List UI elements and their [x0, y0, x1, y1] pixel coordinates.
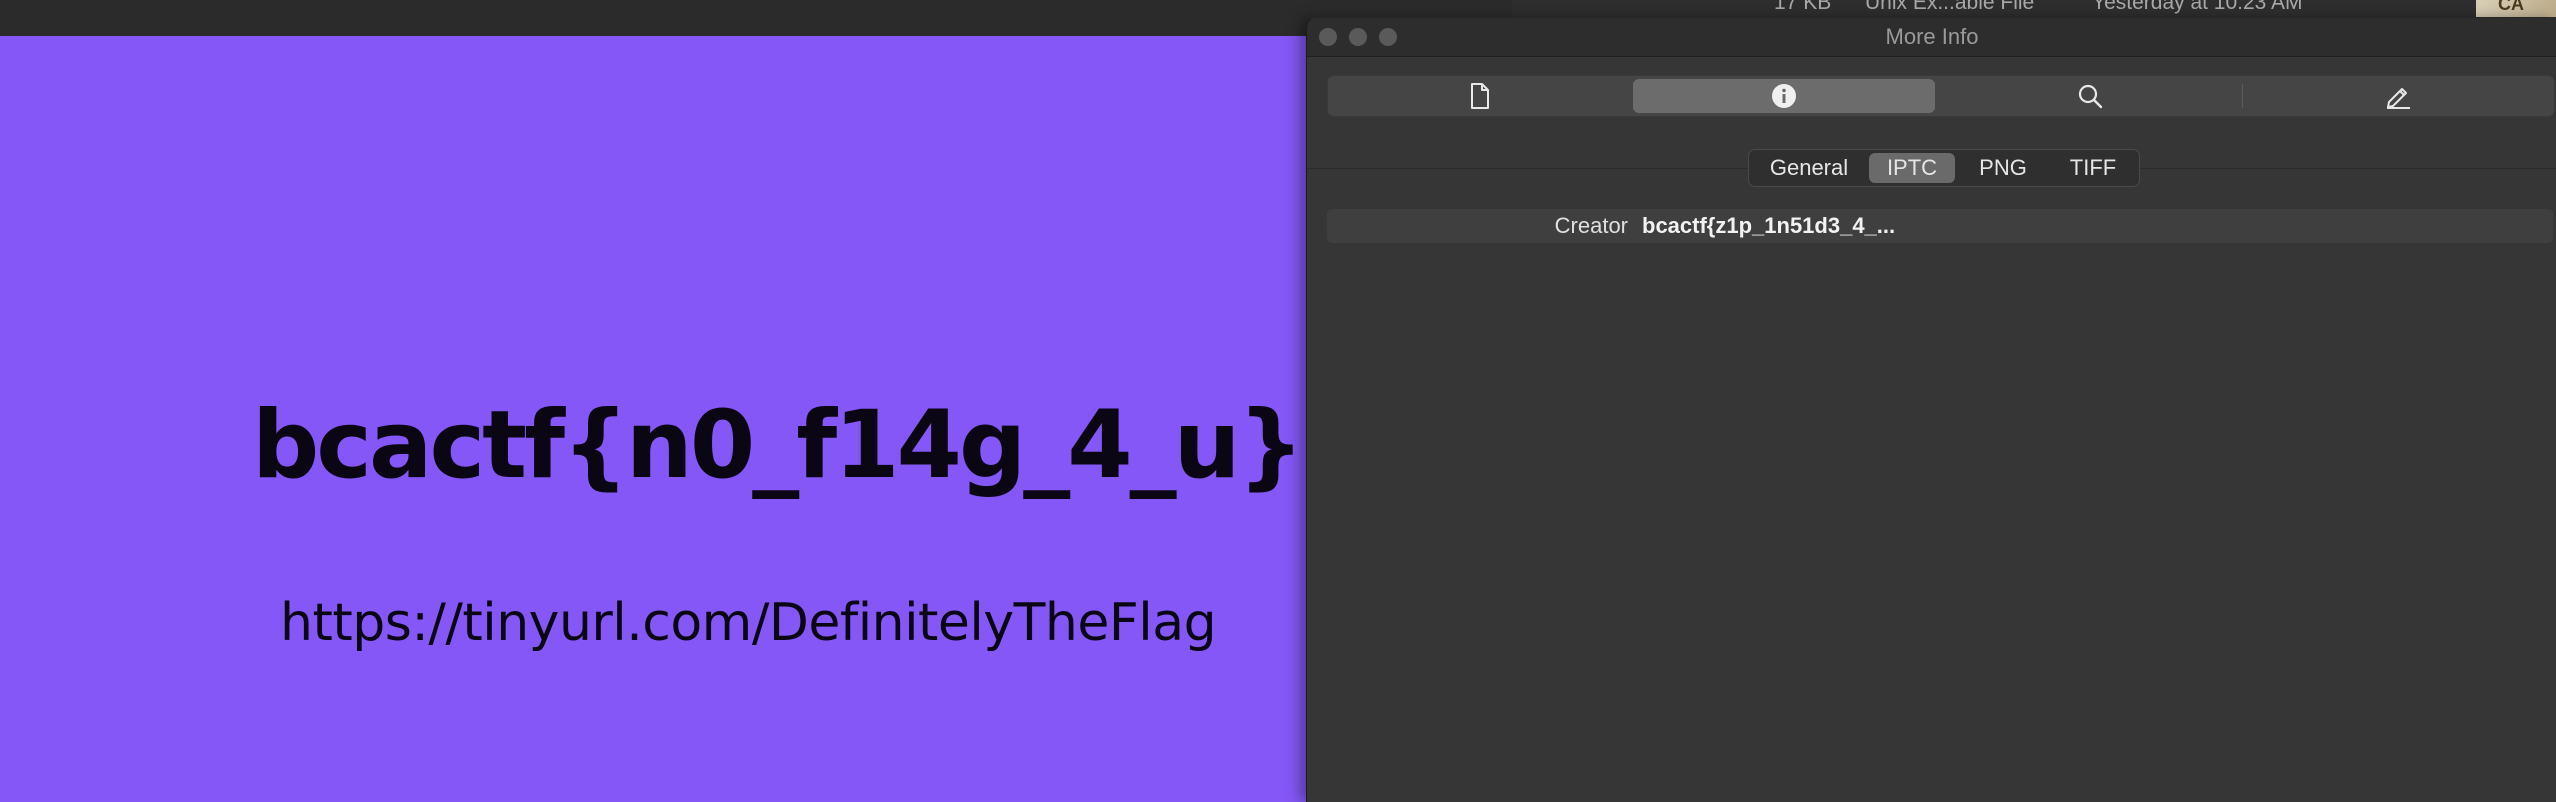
toolbar-info[interactable] — [1633, 79, 1935, 113]
toolbar-edit[interactable] — [2245, 79, 2551, 113]
more-info-window: More Info General IPTC PNG TIFF Creator … — [1306, 18, 2556, 802]
title-bar: More Info — [1307, 18, 2556, 57]
metadata-row-creator: Creator bcactf{z1p_1n51d3_4_... — [1327, 209, 2553, 243]
toolbar-search[interactable] — [1939, 79, 2241, 113]
inspector-toolbar — [1327, 75, 2555, 117]
background-thumbnail: CA — [2476, 0, 2556, 17]
toolbar-divider — [2242, 84, 2243, 108]
file-date: Yesterday at 10:23 AM — [2092, 0, 2303, 14]
tab-tiff[interactable]: TIFF — [2051, 153, 2135, 183]
thumbnail-text: CA — [2498, 0, 2524, 14]
tab-png[interactable]: PNG — [1959, 153, 2047, 183]
info-icon — [1772, 84, 1796, 108]
window-title: More Info — [1885, 24, 1979, 49]
url-text: https://tinyurl.com/DefinitelyTheFlag — [280, 593, 1217, 653]
document-icon — [1471, 83, 1489, 109]
file-kind: Unix Ex...able File — [1865, 0, 2035, 14]
metadata-key: Creator — [1554, 213, 1628, 238]
toolbar-document[interactable] — [1331, 79, 1629, 113]
background-finder-row: 17 KB Unix Ex...able File Yesterday at 1… — [1512, 0, 2556, 18]
metadata-tabs: General IPTC PNG TIFF — [1748, 149, 2140, 187]
edit-icon — [2387, 88, 2410, 109]
flag-text: bcactf{n0_f14g_4_u} — [252, 391, 1304, 500]
tab-general[interactable]: General — [1753, 153, 1865, 183]
metadata-value[interactable]: bcactf{z1p_1n51d3_4_... — [1642, 213, 1895, 239]
search-icon — [2078, 84, 2103, 109]
image-preview: bcactf{n0_f14g_4_u} https://tinyurl.com/… — [0, 36, 1306, 802]
file-size: 17 KB — [1774, 0, 1832, 14]
tab-iptc[interactable]: IPTC — [1869, 153, 1955, 183]
